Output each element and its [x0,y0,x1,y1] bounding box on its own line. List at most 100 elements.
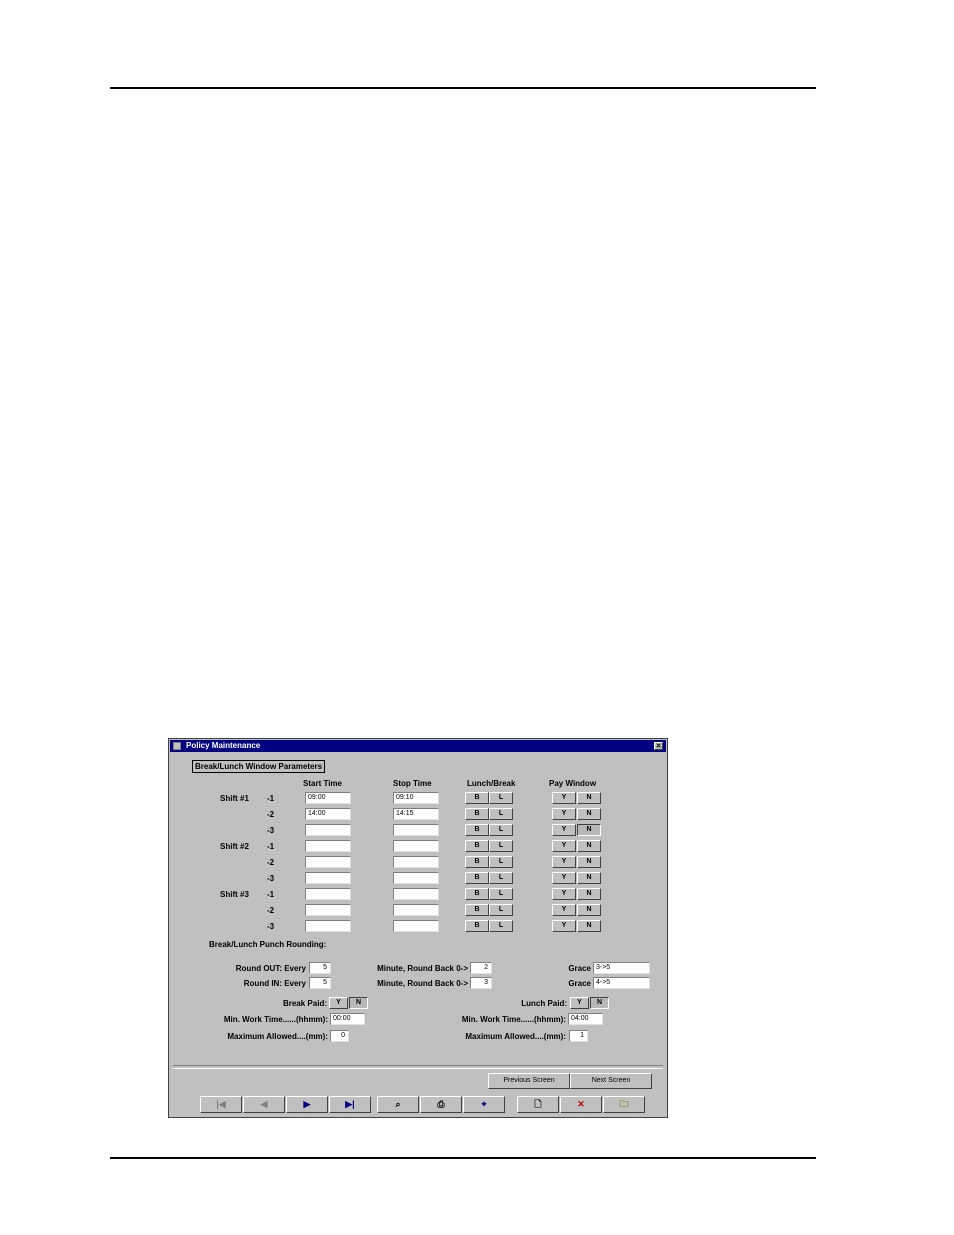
shift-3-label: Shift #3 [220,890,249,899]
round-in-field[interactable]: 5 [309,977,331,989]
pay-window-yes-button[interactable]: Y [552,872,576,884]
shift-1-label: Shift #1 [220,794,249,803]
stop-time-field[interactable]: : [393,872,439,884]
pay-window-no-button[interactable]: N [577,792,601,804]
pay-window-yes-button[interactable]: Y [552,824,576,836]
round-out-label: Round OUT: Every [235,964,306,973]
next-screen-button[interactable]: Next Screen [570,1073,652,1089]
lunch-button[interactable]: L [489,792,513,804]
policy-maintenance-window: Policy Maintenance ✕ Break/Lunch Window … [168,738,668,1118]
lunch-button[interactable]: L [489,904,513,916]
start-time-field[interactable]: : [305,888,351,900]
pay-window-yes-button[interactable]: Y [552,840,576,852]
break-min-work-field[interactable]: 00:00 [330,1013,365,1025]
row-sub-label: -1 [267,842,275,851]
break-button[interactable]: B [465,840,489,852]
column-header-lunch-break: Lunch/Break [467,779,516,788]
break-button[interactable]: B [465,888,489,900]
last-record-icon[interactable]: ▶| [329,1096,371,1113]
start-time-field[interactable]: : [305,840,351,852]
stop-time-field[interactable]: : [393,904,439,916]
lunch-min-work-field[interactable]: 04:00 [568,1013,603,1025]
close-button[interactable]: ✕ [654,742,663,750]
break-button[interactable]: B [465,808,489,820]
pay-window-yes-button[interactable]: Y [552,904,576,916]
find-icon[interactable]: ⌕ [377,1096,419,1113]
lunch-max-allowed-label: Maximum Allowed....(mm): [465,1032,566,1041]
pay-window-no-button[interactable]: N [577,888,601,900]
round-out-back-field[interactable]: 2 [470,962,492,974]
lunch-button[interactable]: L [489,856,513,868]
lunch-button[interactable]: L [489,808,513,820]
lunch-button[interactable]: L [489,872,513,884]
stop-time-field[interactable]: 14:15 [393,808,439,820]
lunch-paid-label: Lunch Paid: [521,999,567,1008]
row-sub-label: -3 [267,874,275,883]
pay-window-no-button[interactable]: N [577,808,601,820]
column-header-pay-window: Pay Window [549,779,597,788]
row-sub-label: -2 [267,858,275,867]
round-out-grace-field[interactable]: 3->5 [593,962,650,974]
start-time-field[interactable]: 09:00 [305,792,351,804]
break-max-allowed-field[interactable]: 0 [330,1030,349,1042]
break-button[interactable]: B [465,920,489,932]
lunch-min-work-label: Min. Work Time......(hhmm): [461,1015,566,1024]
stop-time-field[interactable]: : [393,888,439,900]
start-time-field[interactable]: 14:00 [305,808,351,820]
start-time-field[interactable]: : [305,872,351,884]
first-record-icon[interactable]: |◀ [200,1096,242,1113]
lunch-button[interactable]: L [489,840,513,852]
lunch-button[interactable]: L [489,824,513,836]
round-in-grace-field[interactable]: 4->5 [593,977,650,989]
pay-window-no-button[interactable]: N [577,856,601,868]
previous-screen-button[interactable]: Previous Screen [488,1073,570,1089]
break-button[interactable]: B [465,856,489,868]
new-record-icon[interactable]: 🗋 [517,1096,559,1113]
start-time-field[interactable]: : [305,904,351,916]
round-out-back-label: Minute, Round Back 0-> [377,964,468,973]
break-button[interactable]: B [465,792,489,804]
stop-time-field[interactable]: : [393,824,439,836]
pay-window-yes-button[interactable]: Y [552,888,576,900]
start-time-field[interactable]: : [305,856,351,868]
break-min-work-label: Min. Work Time......(hhmm): [223,1015,328,1024]
stop-time-field[interactable]: 09:10 [393,792,439,804]
previous-record-icon[interactable]: ◀ [243,1096,285,1113]
pay-window-no-button[interactable]: N [577,840,601,852]
start-time-field[interactable]: : [305,920,351,932]
delete-record-icon[interactable]: ✕ [560,1096,602,1113]
break-paid-yes-button[interactable]: Y [329,997,348,1009]
lunch-paid-yes-button[interactable]: Y [570,997,589,1009]
stop-time-field[interactable]: : [393,856,439,868]
pay-window-yes-button[interactable]: Y [552,808,576,820]
pay-window-no-button[interactable]: N [577,920,601,932]
break-button[interactable]: B [465,872,489,884]
break-button[interactable]: B [465,904,489,916]
column-header-stop: Stop Time [393,779,432,788]
start-time-field[interactable]: : [305,824,351,836]
search-icon[interactable]: ⌖ [463,1096,505,1113]
print-icon[interactable]: ⎙ [420,1096,462,1113]
app-icon [173,742,181,750]
pay-window-yes-button[interactable]: Y [552,792,576,804]
lunch-button[interactable]: L [489,920,513,932]
lunch-max-allowed-field[interactable]: 1 [569,1030,588,1042]
stop-time-field[interactable]: : [393,840,439,852]
lunch-paid-no-button[interactable]: N [590,997,609,1009]
break-max-allowed-label: Maximum Allowed....(mm): [227,1032,328,1041]
round-in-back-field[interactable]: 3 [470,977,492,989]
break-button[interactable]: B [465,824,489,836]
round-in-label: Round IN: Every [243,979,306,988]
pay-window-yes-button[interactable]: Y [552,856,576,868]
round-out-field[interactable]: 5 [309,962,331,974]
pay-window-no-button[interactable]: N [577,824,601,836]
stop-time-field[interactable]: : [393,920,439,932]
open-folder-icon[interactable]: 🗀 [603,1096,645,1113]
break-paid-no-button[interactable]: N [349,997,368,1009]
row-sub-label: -1 [267,890,275,899]
next-record-icon[interactable]: ▶ [286,1096,328,1113]
pay-window-no-button[interactable]: N [577,904,601,916]
pay-window-no-button[interactable]: N [577,872,601,884]
lunch-button[interactable]: L [489,888,513,900]
pay-window-yes-button[interactable]: Y [552,920,576,932]
